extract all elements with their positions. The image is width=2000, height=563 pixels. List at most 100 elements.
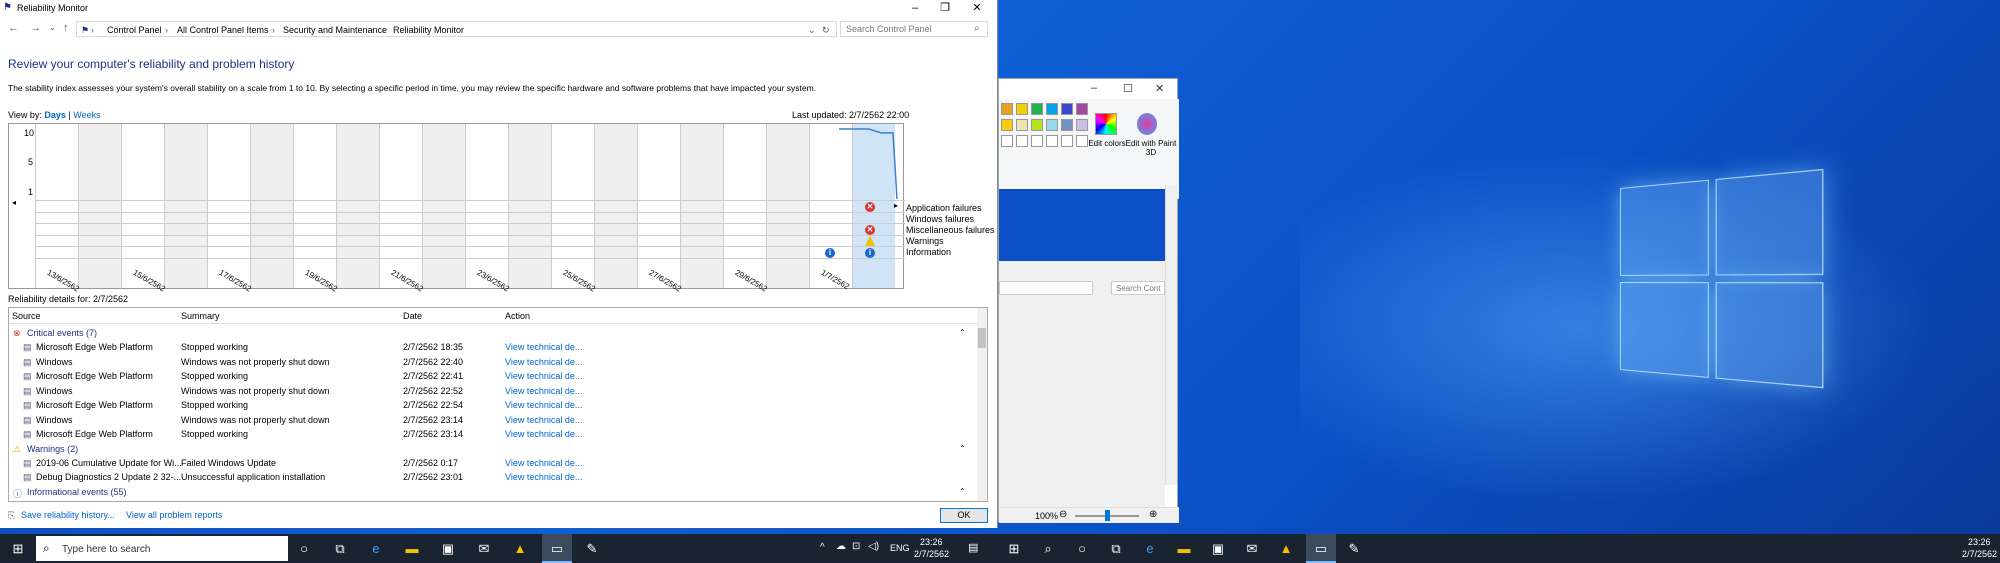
close-icon[interactable]: ✕ (962, 0, 992, 16)
palette-swatch[interactable] (1046, 103, 1058, 115)
info-marker[interactable]: i (865, 248, 875, 258)
info-marker[interactable]: i (825, 248, 835, 258)
zoom-in-icon[interactable]: ⊕ (1149, 509, 1157, 520)
scrollbar-thumb[interactable] (978, 328, 986, 348)
view-weeks-link[interactable]: Weeks (73, 110, 100, 120)
search-icon[interactable]: ⌕ (974, 23, 980, 34)
paint-canvas[interactable] (999, 189, 1165, 261)
table-row[interactable]: ▤ Microsoft Edge Web Platform Stopped work… (9, 398, 974, 412)
palette-swatch-empty[interactable] (1001, 135, 1013, 147)
up-icon[interactable]: ↑ (63, 22, 69, 34)
clock-time[interactable]: 23:26 (920, 537, 943, 547)
group-header[interactable]: ⚠ Warnings (2) ⌃ (9, 442, 974, 456)
edit-colors-button[interactable]: Edit colors (1087, 139, 1127, 148)
view-technical-details-link[interactable]: View technical de... (505, 386, 582, 396)
view-technical-details-link[interactable]: View technical de... (505, 371, 582, 381)
forward-icon[interactable]: → (30, 22, 41, 34)
stability-chart[interactable]: 10 5 1 ◂ ✕ ✕ i i (8, 123, 905, 289)
group-header[interactable]: ⊗ Critical events (7) ⌃ (9, 326, 974, 340)
view-technical-details-link[interactable]: View technical de... (505, 472, 582, 482)
reliability-monitor-task[interactable]: ▭ (542, 534, 572, 563)
palette-swatch-empty[interactable] (1046, 135, 1058, 147)
view-technical-details-link[interactable]: View technical de... (505, 357, 582, 367)
language-indicator[interactable]: ENG (890, 543, 910, 553)
view-technical-details-link[interactable]: View technical de... (505, 458, 582, 468)
paint-icon[interactable]: ✎ (1346, 541, 1362, 557)
task-view-icon[interactable]: ⧉ (332, 541, 348, 557)
cortana-icon[interactable]: ○ (1074, 541, 1090, 557)
table-row[interactable]: ▤ Windows Windows was not properly shut do… (9, 413, 974, 427)
minimize-icon[interactable]: – (900, 0, 930, 16)
palette-swatch[interactable] (1016, 119, 1028, 131)
view-technical-details-link[interactable]: View technical de... (505, 400, 582, 410)
table-row[interactable]: ▤ 2019-06 Cumulative Update for Wi... Fail… (9, 456, 974, 470)
search-icon[interactable]: ⌕ (1040, 541, 1056, 557)
clock-date[interactable]: 2/7/2562 (914, 549, 949, 559)
warning-marker[interactable] (865, 236, 875, 246)
search-input[interactable]: Search Control Panel (840, 21, 988, 37)
palette-swatch[interactable] (1076, 103, 1088, 115)
chevron-down-icon[interactable]: ⌄ (808, 25, 816, 36)
reliability-monitor-window[interactable]: ⚑ Reliability Monitor – ❐ ✕ ← → ⌄ ↑ ⚑ › … (0, 0, 998, 528)
color-wheel-icon[interactable] (1095, 113, 1117, 135)
col-source[interactable]: Source (12, 311, 41, 321)
tray-chevron-icon[interactable]: ^ (820, 542, 825, 553)
maximize-icon[interactable]: ❐ (930, 0, 960, 16)
crumb-security[interactable]: Security and Maintenance (283, 25, 387, 35)
table-row[interactable]: ▤ Microsoft Edge Web Platform Stopped work… (9, 340, 974, 354)
table-row[interactable]: ▤ Microsoft Edge Web Platform Stopped work… (9, 369, 974, 383)
app-failure-marker[interactable]: ✕ (865, 202, 875, 212)
paint-window[interactable]: – ☐ ✕ Edit colors Edit with Paint 3D Sea… (998, 78, 1179, 523)
store-icon[interactable]: ▣ (1210, 541, 1226, 557)
table-row[interactable]: ▤ Windows Windows was not properly shut do… (9, 355, 974, 369)
table-row[interactable]: ▤ Windows Windows was not properly shut do… (9, 384, 974, 398)
table-scrollbar[interactable] (977, 308, 987, 501)
zoom-out-icon[interactable]: ⊖ (1059, 509, 1067, 520)
maximize-icon[interactable]: ☐ (1123, 82, 1133, 95)
palette-swatch[interactable] (1031, 103, 1043, 115)
palette-swatch[interactable] (1061, 103, 1073, 115)
onedrive-icon[interactable]: ☁ (836, 541, 846, 552)
view-days-link[interactable]: Days (44, 110, 66, 120)
crumb-reliability[interactable]: Reliability Monitor (393, 25, 464, 35)
view-technical-details-link[interactable]: View technical de... (505, 415, 582, 425)
palette-swatch[interactable] (1046, 119, 1058, 131)
palette-swatch[interactable] (1001, 103, 1013, 115)
palette-swatch[interactable] (1016, 103, 1028, 115)
table-row[interactable]: ▤ Debug Diagnostics 2 Update 2 32-... Unsu… (9, 470, 974, 484)
collapse-icon[interactable]: ⌃ (959, 444, 966, 453)
edge-icon[interactable]: e (368, 541, 384, 557)
palette-swatch[interactable] (1076, 119, 1088, 131)
group-header[interactable]: ⓘ Informational events (55) ⌃ (9, 485, 974, 499)
edit-paint3d-button[interactable]: Edit with Paint 3D (1125, 139, 1177, 157)
minimize-icon[interactable]: – (1091, 82, 1097, 94)
start-icon[interactable]: ⊞ (10, 541, 26, 557)
back-icon[interactable]: ← (8, 22, 19, 34)
crumb-control-panel[interactable]: Control Panel (107, 25, 162, 35)
misc-failure-marker[interactable]: ✕ (865, 225, 875, 235)
view-all-reports-link[interactable]: View all problem reports (126, 510, 222, 520)
scroll-right-icon[interactable]: ▸ (894, 201, 898, 210)
paint-icon[interactable]: ✎ (584, 541, 600, 557)
edge-icon[interactable]: e (1142, 541, 1158, 557)
col-date[interactable]: Date (403, 311, 422, 321)
view-technical-details-link[interactable]: View technical de... (505, 429, 582, 439)
cortana-icon[interactable]: ○ (296, 541, 312, 557)
app-icon[interactable]: ▲ (512, 541, 528, 557)
file-explorer-icon[interactable]: ▬ (1176, 541, 1192, 557)
palette-swatch[interactable] (1031, 119, 1043, 131)
taskbar-search-input[interactable]: Type here to search (62, 544, 150, 555)
collapse-icon[interactable]: ⌃ (959, 487, 966, 496)
paint-dropdown[interactable] (999, 281, 1093, 295)
collapse-icon[interactable]: ⌃ (959, 328, 966, 337)
col-summary[interactable]: Summary (181, 311, 220, 321)
recent-chevron-icon[interactable]: ⌄ (49, 23, 56, 32)
notification-icon[interactable]: ▤ (968, 541, 978, 554)
palette-swatch-empty[interactable] (1016, 135, 1028, 147)
paint3d-icon[interactable] (1137, 113, 1157, 135)
network-icon[interactable]: ⊡ (852, 541, 860, 552)
palette-swatch-empty[interactable] (1031, 135, 1043, 147)
mail-icon[interactable]: ✉ (1244, 541, 1260, 557)
save-history-link[interactable]: Save reliability history... (21, 510, 115, 520)
ok-button[interactable]: OK (940, 508, 988, 523)
